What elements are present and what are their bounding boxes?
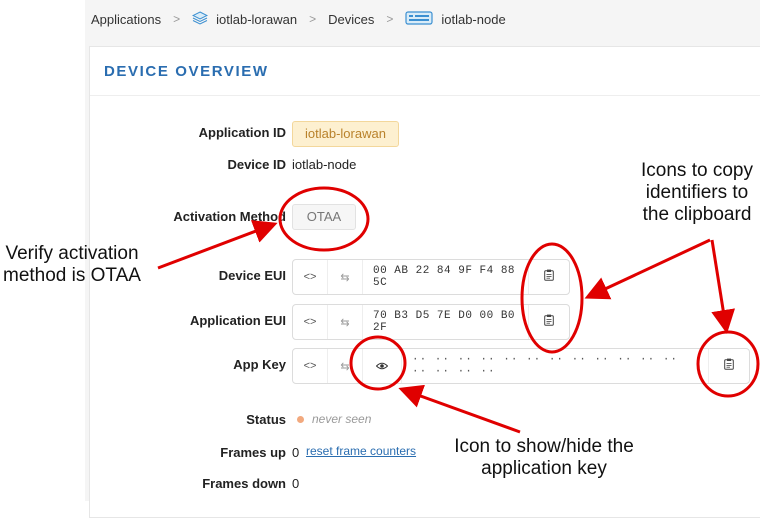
show-hide-arrow — [398, 384, 521, 434]
annotation-line: Verify activation — [5, 243, 139, 264]
annotation-line: Icons to copy — [641, 160, 753, 181]
annotation-line: application key — [481, 458, 607, 479]
copy-icons-annotation: Icons to copy identifiers to the clipboa… — [622, 160, 760, 226]
annotation-line: Icon to show/hide the — [454, 436, 634, 457]
show-hide-annotation: Icon to show/hide the application key — [432, 436, 656, 480]
verify-arrow — [157, 220, 278, 270]
otaa-highlight-circle — [278, 186, 370, 252]
annotation-line: method is OTAA — [3, 265, 141, 286]
verify-annotation: Verify activation method is OTAA — [0, 243, 156, 287]
app-key-copy-highlight-circle — [696, 330, 760, 398]
eye-icon-highlight-circle — [349, 335, 407, 391]
copy-arrow-right — [710, 239, 736, 334]
annotation-line: the clipboard — [642, 204, 752, 225]
annotation-line: identifiers to — [645, 182, 749, 203]
copy-arrow-left — [584, 238, 711, 300]
copy-icons-highlight-circle — [520, 242, 584, 354]
